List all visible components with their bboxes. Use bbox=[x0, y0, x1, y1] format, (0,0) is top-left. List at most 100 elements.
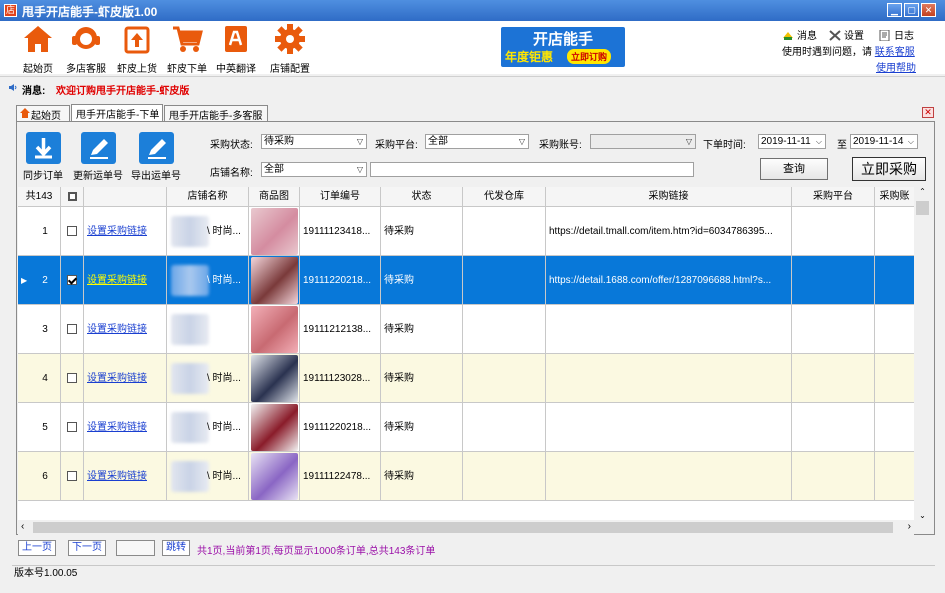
scroll-up-icon[interactable]: ⌃ bbox=[914, 187, 931, 196]
title-bar: 店 甩手开店能手-虾皮版1.00 ▁ ▢ ✕ bbox=[0, 0, 945, 21]
row-checkbox-cell[interactable] bbox=[61, 256, 84, 305]
settings-link[interactable]: 设置 bbox=[829, 27, 864, 42]
toolbar-multi-service-button[interactable]: 多店客服 bbox=[64, 23, 108, 75]
table-row[interactable]: 1 设置采购链接 \ 时尚... 19111123418... 待采购 https://d… bbox=[18, 207, 914, 256]
purchase-now-button[interactable]: 立即采购 bbox=[852, 157, 926, 181]
table-row[interactable]: 6 设置采购链接 \ 时尚... 19111122478... 待采购 bbox=[18, 452, 914, 501]
row-checkbox[interactable] bbox=[67, 275, 77, 286]
set-purchase-link[interactable]: 设置采购链接 bbox=[87, 373, 147, 384]
page-number-input[interactable] bbox=[116, 540, 155, 556]
row-checkbox-cell[interactable] bbox=[61, 305, 84, 354]
log-link[interactable]: 日志 bbox=[879, 27, 914, 42]
time-from-picker[interactable]: 2019-11-11 ⌵ bbox=[758, 134, 826, 149]
product-thumbnail[interactable] bbox=[251, 306, 298, 353]
maximize-button[interactable]: ▢ bbox=[904, 3, 919, 17]
toolbar-home-button[interactable]: 起始页 bbox=[18, 23, 58, 75]
row-checkbox[interactable] bbox=[67, 373, 77, 384]
update-tracking-button[interactable]: 更新运单号 bbox=[73, 132, 123, 182]
sync-orders-button[interactable]: 同步订单 bbox=[23, 132, 63, 182]
vertical-scroll-thumb[interactable] bbox=[916, 201, 929, 215]
promo-banner[interactable]: 开店能手 年度钜惠 立即订购 bbox=[501, 27, 625, 67]
set-purchase-link[interactable]: 设置采购链接 bbox=[87, 275, 147, 286]
message-bar-label: 消息: bbox=[22, 86, 46, 97]
row-checkbox-cell[interactable] bbox=[61, 403, 84, 452]
row-checkbox-cell[interactable] bbox=[61, 207, 84, 256]
set-purchase-link[interactable]: 设置采购链接 bbox=[87, 422, 147, 433]
product-thumbnail[interactable] bbox=[251, 208, 298, 255]
warehouse-cell bbox=[463, 403, 546, 452]
col-product-image[interactable]: 商品图 bbox=[249, 187, 300, 207]
status-cell: 待采购 bbox=[381, 403, 463, 452]
vertical-scrollbar[interactable]: ⌃ ⌄ bbox=[914, 187, 931, 520]
export-tracking-button[interactable]: 导出运单号 bbox=[131, 132, 181, 182]
help-link[interactable]: 使用帮助 bbox=[876, 59, 916, 74]
table-row[interactable]: 3 设置采购链接 19111212138... 待采购 bbox=[18, 305, 914, 354]
product-thumbnail[interactable] bbox=[251, 404, 298, 451]
time-to-picker[interactable]: 2019-11-14 ⌵ bbox=[850, 134, 918, 149]
close-tab-icon[interactable]: ✕ bbox=[922, 107, 934, 118]
toolbar-translate-button[interactable]: 中英翻译 bbox=[214, 23, 258, 75]
set-link-cell: 设置采购链接 bbox=[84, 305, 167, 354]
toolbar-upload-button[interactable]: 虾皮上货 bbox=[115, 23, 159, 75]
order-id: 19111123418... bbox=[303, 226, 371, 237]
tab-home[interactable]: 起始页 bbox=[16, 105, 70, 122]
table-row[interactable]: 5 设置采购链接 \ 时尚... 19111220218... 待采购 bbox=[18, 403, 914, 452]
row-checkbox[interactable] bbox=[67, 324, 77, 335]
col-status[interactable]: 状态 bbox=[381, 187, 463, 207]
col-order-id[interactable]: 订单编号 bbox=[300, 187, 381, 207]
contact-support-link[interactable]: 联系客服 bbox=[875, 47, 915, 58]
tab-order[interactable]: 甩手开店能手-下单 bbox=[71, 104, 163, 121]
set-purchase-link[interactable]: 设置采购链接 bbox=[87, 471, 147, 482]
purchase-url[interactable]: https://detail.tmall.com/item.htm?id=603… bbox=[549, 226, 773, 237]
next-page-button[interactable]: 下一页 bbox=[68, 540, 106, 556]
table-row[interactable] bbox=[18, 501, 914, 520]
product-image-cell bbox=[249, 256, 300, 305]
horizontal-scrollbar[interactable]: ‹ › bbox=[18, 520, 914, 535]
set-purchase-link[interactable]: 设置采购链接 bbox=[87, 226, 147, 237]
platform-select[interactable]: 全部 ▽ bbox=[425, 134, 529, 149]
product-thumbnail[interactable] bbox=[251, 257, 298, 304]
scroll-right-icon[interactable]: › bbox=[908, 521, 911, 532]
status-select[interactable]: 待采购 ▽ bbox=[261, 134, 367, 149]
scroll-down-icon[interactable]: ⌄ bbox=[914, 511, 931, 520]
col-shop-name[interactable]: 店铺名称 bbox=[167, 187, 249, 207]
banner-order-now[interactable]: 立即订购 bbox=[567, 49, 612, 64]
query-button[interactable]: 查询 bbox=[760, 158, 828, 180]
close-button[interactable]: ✕ bbox=[921, 3, 936, 17]
minimize-button[interactable]: ▁ bbox=[887, 3, 902, 17]
row-checkbox-cell[interactable] bbox=[61, 354, 84, 403]
row-checkbox-cell[interactable] bbox=[61, 452, 84, 501]
product-thumbnail[interactable] bbox=[251, 453, 298, 500]
col-warehouse[interactable]: 代发仓库 bbox=[463, 187, 546, 207]
order-status: 待采购 bbox=[384, 373, 414, 384]
toolbar-order-button[interactable]: 虾皮下单 bbox=[165, 23, 209, 75]
product-image-cell bbox=[249, 403, 300, 452]
col-purchase-platform[interactable]: 采购平台 bbox=[792, 187, 875, 207]
select-all-header[interactable] bbox=[61, 187, 84, 207]
tab-multi-service[interactable]: 甩手开店能手-多客服 bbox=[164, 105, 268, 122]
set-purchase-link[interactable]: 设置采购链接 bbox=[87, 324, 147, 335]
account-select[interactable]: ▽ bbox=[590, 134, 696, 149]
horizontal-scroll-thumb[interactable] bbox=[33, 522, 893, 533]
col-purchase-account[interactable]: 采购账 bbox=[875, 187, 914, 207]
table-row[interactable]: ▶ 2 设置采购链接 \ 时尚... 19111220218... 待采购 https://… bbox=[18, 256, 914, 305]
row-checkbox[interactable] bbox=[67, 471, 77, 482]
jump-button[interactable]: 跳转 bbox=[162, 540, 190, 556]
col-purchase-link[interactable]: 采购链接 bbox=[546, 187, 792, 207]
message-link[interactable]: 消息 bbox=[782, 27, 817, 42]
row-checkbox[interactable] bbox=[67, 422, 77, 433]
toolbar-shop-config-button[interactable]: 店铺配置 bbox=[268, 23, 312, 75]
shop-select[interactable]: 全部 ▽ bbox=[261, 162, 367, 177]
prev-page-button[interactable]: 上一页 bbox=[18, 540, 56, 556]
product-thumbnail[interactable] bbox=[251, 355, 298, 402]
banner-promo: 年度钜惠 bbox=[505, 50, 554, 64]
select-all-checkbox[interactable] bbox=[67, 191, 77, 201]
time-filter-label: 下单时间: bbox=[703, 140, 746, 151]
table-row[interactable]: 4 设置采购链接 \ 时尚... 19111123028... 待采购 bbox=[18, 354, 914, 403]
toolbar-multi-service-label: 多店客服 bbox=[66, 64, 106, 75]
row-checkbox[interactable] bbox=[67, 226, 77, 237]
search-input[interactable] bbox=[370, 162, 694, 177]
purchase-url[interactable]: https://detail.1688.com/offer/1287096688… bbox=[549, 275, 771, 286]
product-image-cell bbox=[249, 305, 300, 354]
scroll-left-icon[interactable]: ‹ bbox=[21, 521, 24, 532]
